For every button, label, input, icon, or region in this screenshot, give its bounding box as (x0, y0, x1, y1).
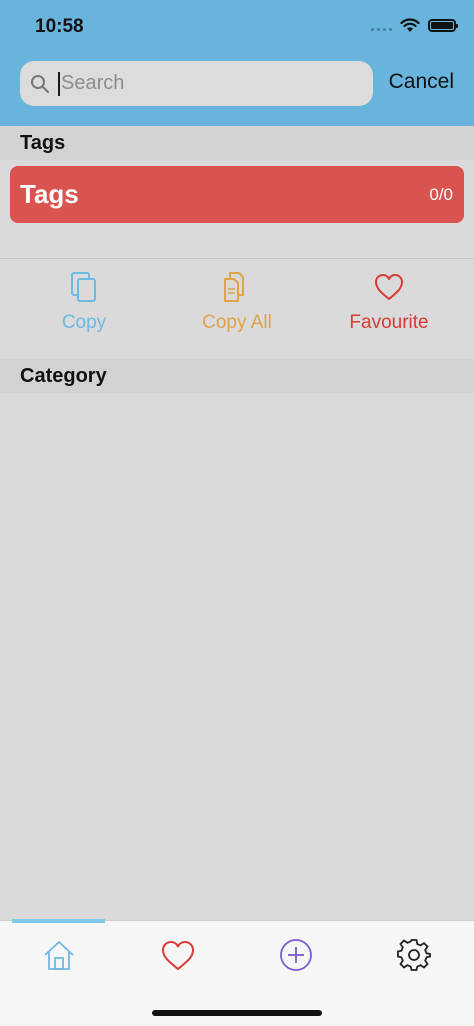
search-bar[interactable] (20, 61, 373, 106)
divider (0, 258, 474, 259)
copy-label: Copy (61, 312, 107, 333)
cancel-button[interactable]: Cancel (389, 70, 454, 94)
search-icon (31, 74, 49, 93)
status-time: 10:58 (35, 16, 84, 37)
copy-all-label: Copy All (202, 312, 272, 333)
action-row: Copy Copy All Favourite (0, 270, 474, 345)
search-input[interactable] (60, 72, 340, 95)
copy-icon (71, 272, 96, 302)
tab-settings[interactable] (384, 935, 444, 975)
favourite-label: Favourite (349, 312, 429, 333)
signal-icon (371, 21, 392, 31)
tab-home[interactable] (29, 935, 89, 975)
tags-bar-title: Tags (20, 179, 79, 209)
copy-all-icon (224, 272, 244, 302)
tags-bar[interactable]: Tags 0/0 (10, 166, 464, 223)
copy-all-button[interactable]: Copy All (162, 270, 312, 340)
copy-button[interactable]: Copy (9, 270, 159, 340)
status-icons (371, 18, 458, 33)
tags-bar-count: 0/0 (429, 184, 453, 204)
tags-section-header: Tags (0, 126, 474, 160)
active-tab-indicator (12, 919, 105, 923)
battery-icon (428, 19, 458, 32)
heart-icon (162, 941, 194, 970)
home-indicator (152, 1010, 322, 1016)
plus-circle-icon (280, 939, 312, 971)
category-section-header: Category (0, 359, 474, 393)
wifi-icon (400, 18, 420, 32)
favourite-button[interactable]: Favourite (314, 270, 464, 340)
home-icon (44, 941, 74, 970)
gear-icon (397, 939, 431, 971)
tab-add[interactable] (266, 935, 326, 975)
header: 10:58 Cancel (0, 0, 474, 126)
heart-icon (375, 274, 403, 300)
tab-favourites[interactable] (148, 935, 208, 975)
